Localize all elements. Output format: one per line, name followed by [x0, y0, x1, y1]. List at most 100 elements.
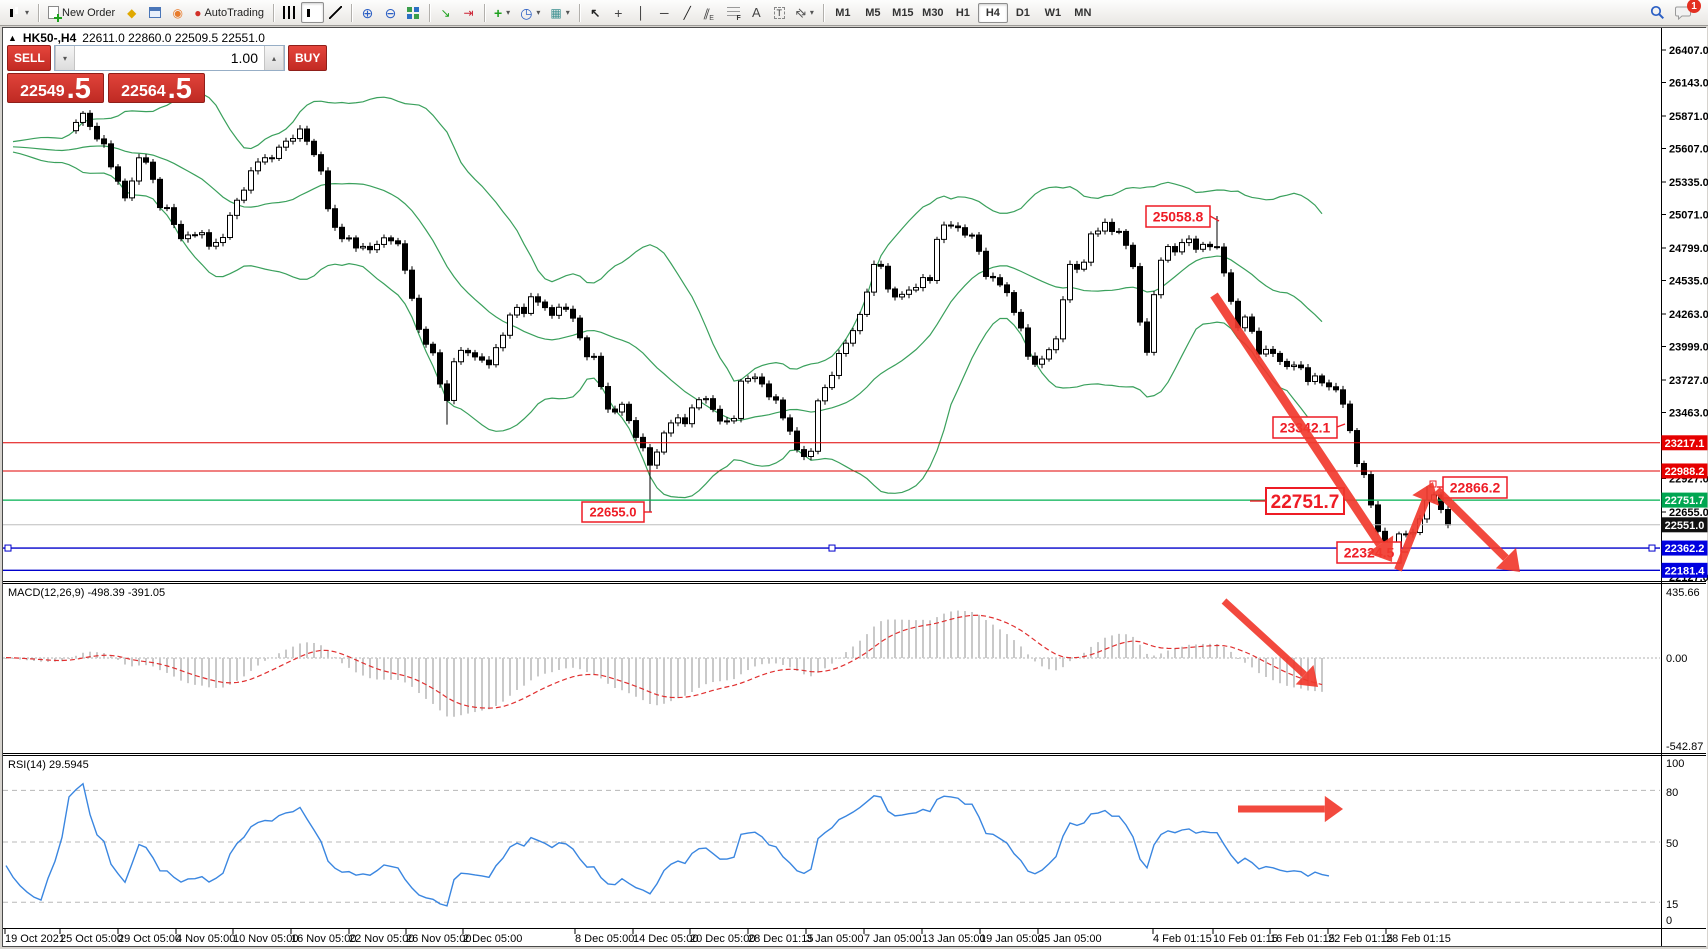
fibonacci-icon: F	[727, 7, 740, 19]
fibonacci-tool-button[interactable]: F	[722, 2, 745, 23]
collapse-icon[interactable]: ▲	[8, 33, 17, 43]
templates-icon: ▦	[550, 7, 561, 19]
line-chart-button[interactable]	[324, 2, 347, 23]
periods-button[interactable]: ◷▾	[515, 2, 545, 23]
text-label-tool-button[interactable]: T	[768, 2, 791, 23]
zoom-in-icon: ⊕	[362, 6, 374, 20]
buy-price-frac: .5	[168, 78, 192, 101]
timeframe-button-M1[interactable]: M1	[828, 3, 858, 23]
zoom-out-icon: ⊖	[385, 6, 397, 20]
new-order-icon	[48, 6, 59, 19]
chart-shift-icon: ⇥	[463, 7, 473, 19]
volume-decrease-button[interactable]: ▾	[55, 46, 75, 70]
crosshair-tool-button[interactable]: +	[607, 2, 630, 23]
signals-button[interactable]: ◉	[166, 2, 189, 23]
sell-price[interactable]: 22549 .5	[7, 73, 104, 103]
auto-scroll-icon: ↘	[440, 7, 450, 19]
indicators-icon: +	[494, 6, 502, 20]
indicators-button[interactable]: +▾	[489, 2, 515, 23]
chart-header: ▲ HK50-,H4 22611.0 22860.0 22509.5 22551…	[8, 31, 265, 45]
chart-ohlc-values: 22611.0 22860.0 22509.5 22551.0	[82, 31, 265, 45]
channel-icon: ∥E	[704, 7, 717, 19]
new-chart-icon	[9, 6, 21, 19]
chevron-down-icon: ▾	[536, 8, 540, 17]
timeframe-group: M1M5M15M30H1H4D1W1MN	[828, 3, 1098, 23]
sell-button[interactable]: SELL	[7, 45, 51, 71]
cursor-icon: ↖	[590, 7, 600, 19]
toolbar-separator	[579, 4, 580, 22]
buy-price-main: 22564	[121, 83, 166, 101]
timeframe-button-M5[interactable]: M5	[858, 3, 888, 23]
volume-input[interactable]	[75, 46, 264, 70]
terminal-button[interactable]	[143, 2, 166, 23]
trendline-icon: ╱	[684, 7, 691, 19]
templates-button[interactable]: ▦▾	[545, 2, 574, 23]
chevron-down-icon: ▾	[25, 8, 29, 17]
timeframe-button-H1[interactable]: H1	[948, 3, 978, 23]
new-chart-button[interactable]: ▾	[4, 2, 34, 23]
autotrading-button[interactable]: ●AutoTrading	[189, 2, 269, 23]
timeframe-button-M15[interactable]: M15	[888, 3, 918, 23]
text-tool-button[interactable]: A	[745, 2, 768, 23]
toolbar-separator	[484, 4, 485, 22]
new-order-button[interactable]: New Order	[43, 2, 120, 23]
buy-button[interactable]: BUY	[288, 45, 327, 71]
volume-increase-button[interactable]: ▴	[264, 46, 284, 70]
quotes-button[interactable]: ◆	[120, 2, 143, 23]
crosshair-icon: +	[614, 6, 622, 20]
vertical-line-tool-button[interactable]: │	[630, 2, 653, 23]
sell-price-main: 22549	[20, 83, 65, 101]
chevron-down-icon: ▾	[566, 8, 570, 17]
line-chart-icon	[329, 6, 342, 19]
timeframe-button-W1[interactable]: W1	[1038, 3, 1068, 23]
horizontal-line-tool-button[interactable]: ─	[653, 2, 676, 23]
sell-price-frac: .5	[67, 78, 91, 101]
toolbar-separator	[429, 4, 430, 22]
terminal-icon	[149, 7, 161, 18]
tile-windows-button[interactable]	[402, 2, 425, 23]
text-icon: A	[752, 6, 761, 19]
toolbar-separator	[351, 4, 352, 22]
autotrading-label: AutoTrading	[204, 7, 264, 19]
notifications-button[interactable]: 1	[1670, 2, 1696, 23]
chevron-down-icon: ▾	[810, 8, 814, 17]
arrows-tool-button[interactable]: ⇄▾	[791, 2, 819, 23]
chart-shift-button[interactable]: ⇥	[457, 2, 480, 23]
toolbar-separator	[273, 4, 274, 22]
search-button[interactable]	[1645, 2, 1670, 23]
zoom-out-button[interactable]: ⊖	[379, 2, 402, 23]
tile-windows-icon	[407, 7, 419, 19]
quotes-icon: ◆	[127, 7, 136, 19]
new-order-label: New Order	[62, 7, 115, 19]
one-click-trading-panel: SELL ▾ ▴ BUY 22549 .5 22564 .5	[7, 45, 205, 103]
candlestick-icon	[306, 6, 318, 19]
mt4-application: ▾ New Order ◆ ◉ ●AutoTrading ⊕ ⊖ ↘ ⇥ + ▾ …	[0, 0, 1708, 949]
autotrading-icon: ●	[194, 7, 201, 19]
toolbar-separator	[38, 4, 39, 22]
candlestick-chart-button[interactable]	[301, 2, 324, 23]
text-label-icon: T	[774, 7, 786, 19]
timeframe-button-D1[interactable]: D1	[1008, 3, 1038, 23]
clock-icon: ◷	[520, 6, 532, 20]
toolbar: ▾ New Order ◆ ◉ ●AutoTrading ⊕ ⊖ ↘ ⇥ +▾ …	[0, 0, 1708, 26]
bar-chart-button[interactable]	[278, 2, 301, 23]
auto-scroll-button[interactable]: ↘	[434, 2, 457, 23]
volume-stepper: ▾ ▴	[54, 45, 285, 71]
timeframe-button-H4[interactable]: H4	[978, 3, 1008, 23]
timeframe-button-MN[interactable]: MN	[1068, 3, 1098, 23]
timeframe-button-M30[interactable]: M30	[918, 3, 948, 23]
channel-tool-button[interactable]: ∥E	[699, 2, 722, 23]
vertical-line-icon: │	[638, 7, 646, 19]
zoom-in-button[interactable]: ⊕	[356, 2, 379, 23]
toolbar-separator	[823, 4, 824, 22]
trendline-tool-button[interactable]: ╱	[676, 2, 699, 23]
chart-window	[2, 27, 1706, 947]
cursor-tool-button[interactable]: ↖	[584, 2, 607, 23]
arrows-icon: ⇄	[793, 5, 809, 21]
buy-price[interactable]: 22564 .5	[108, 73, 205, 103]
horizontal-line-icon: ─	[660, 7, 669, 19]
chevron-down-icon: ▾	[506, 8, 510, 17]
search-icon	[1650, 5, 1665, 20]
chart-symbol-title: HK50-,H4	[23, 31, 76, 45]
notification-badge: 1	[1687, 0, 1701, 13]
